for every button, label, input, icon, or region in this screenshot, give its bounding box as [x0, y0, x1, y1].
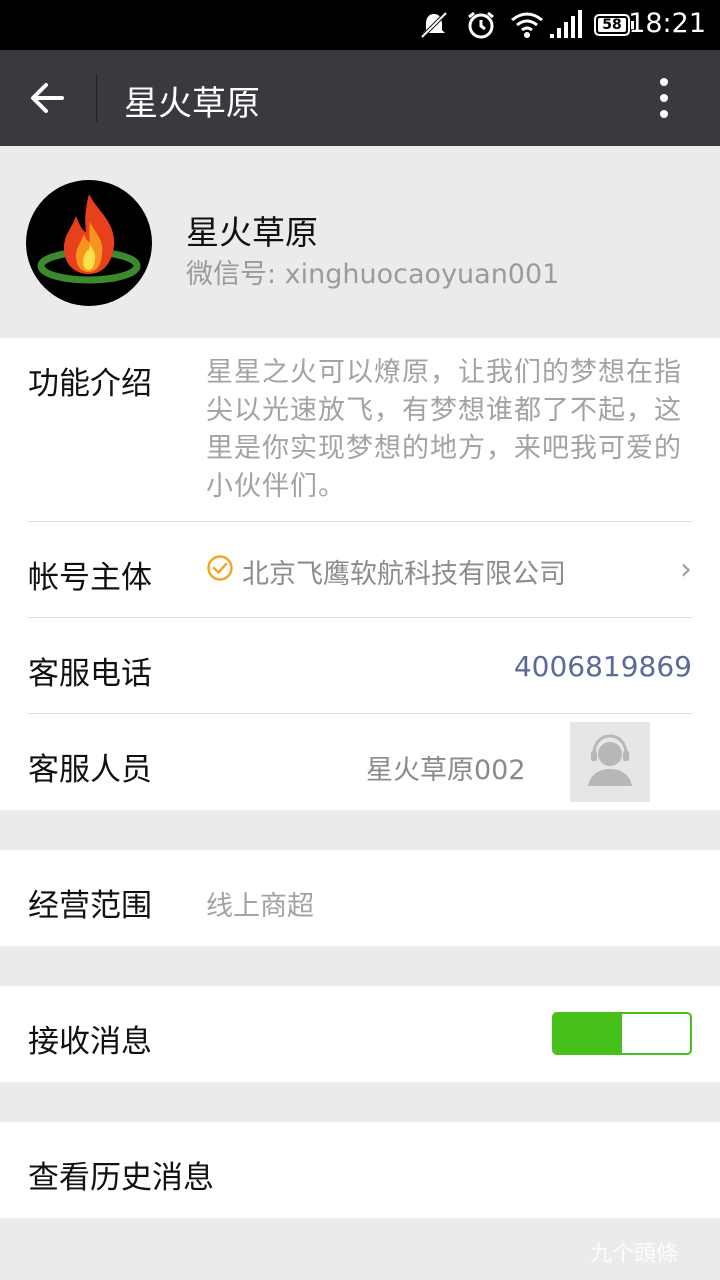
- account-subject-value: 北京飞鹰软航科技有限公司: [242, 559, 566, 590]
- receive-messages-label: 接收消息: [28, 1024, 152, 1060]
- receive-messages-toggle[interactable]: [552, 1012, 692, 1055]
- details-card: 功能介绍 星星之火可以燎原，让我们的梦想在指尖以光速放飞，有梦想谁都了不起，这里…: [0, 338, 720, 810]
- wechat-id: 微信号: xinghuocaoyuan001: [186, 259, 560, 290]
- signal-icon: [550, 10, 582, 38]
- history-card: 查看历史消息: [0, 1122, 720, 1218]
- clock: 18:21: [628, 8, 706, 39]
- intro-text: 星星之火可以燎原，让我们的梦想在指尖以光速放飞，有梦想谁都了不起，这里是你实现梦…: [206, 357, 682, 502]
- account-subject-label: 帐号主体: [28, 560, 152, 596]
- business-scope-label: 经营范围: [28, 888, 152, 924]
- flame-logo-icon: [37, 194, 141, 284]
- battery-icon: 58: [594, 14, 634, 36]
- mute-notification-icon: [420, 11, 448, 39]
- service-staff-label: 客服人员: [28, 752, 152, 788]
- toggle-on-fill: [554, 1014, 622, 1053]
- receive-messages-card: 接收消息: [0, 986, 720, 1082]
- alarm-icon: [468, 11, 494, 39]
- account-avatar[interactable]: [26, 180, 152, 306]
- battery-level: 58: [598, 18, 626, 32]
- service-phone-label: 客服电话: [28, 656, 152, 692]
- status-bar: 58 18:21: [0, 0, 720, 50]
- staff-avatar[interactable]: [570, 722, 650, 802]
- intro-label: 功能介绍: [28, 366, 152, 402]
- business-scope-value: 线上商超: [206, 891, 314, 922]
- chevron-right-icon: ›: [680, 552, 692, 587]
- wifi-icon: [511, 12, 543, 38]
- service-staff-name: 星火草原002: [366, 755, 526, 786]
- top-bar: 星火草原: [0, 50, 720, 146]
- watermark: 九个頭條: [590, 1242, 679, 1267]
- business-scope-row: 经营范围: [28, 850, 692, 946]
- view-history-label: 查看历史消息: [28, 1160, 214, 1196]
- business-scope-card: 经营范围 线上商超: [0, 850, 720, 946]
- page-title: 星火草原: [124, 84, 260, 124]
- verified-check-icon: [207, 555, 233, 581]
- service-phone-number[interactable]: 4006819869: [514, 650, 692, 683]
- view-history-row[interactable]: 查看历史消息: [28, 1122, 692, 1218]
- customer-service-headset-icon: [588, 734, 632, 786]
- account-name: 星火草原: [186, 213, 318, 252]
- header-divider: [96, 74, 97, 122]
- back-arrow-icon[interactable]: [26, 76, 70, 120]
- profile-header: 星火草原 微信号: xinghuocaoyuan001: [0, 146, 720, 338]
- more-options-icon[interactable]: [648, 74, 680, 122]
